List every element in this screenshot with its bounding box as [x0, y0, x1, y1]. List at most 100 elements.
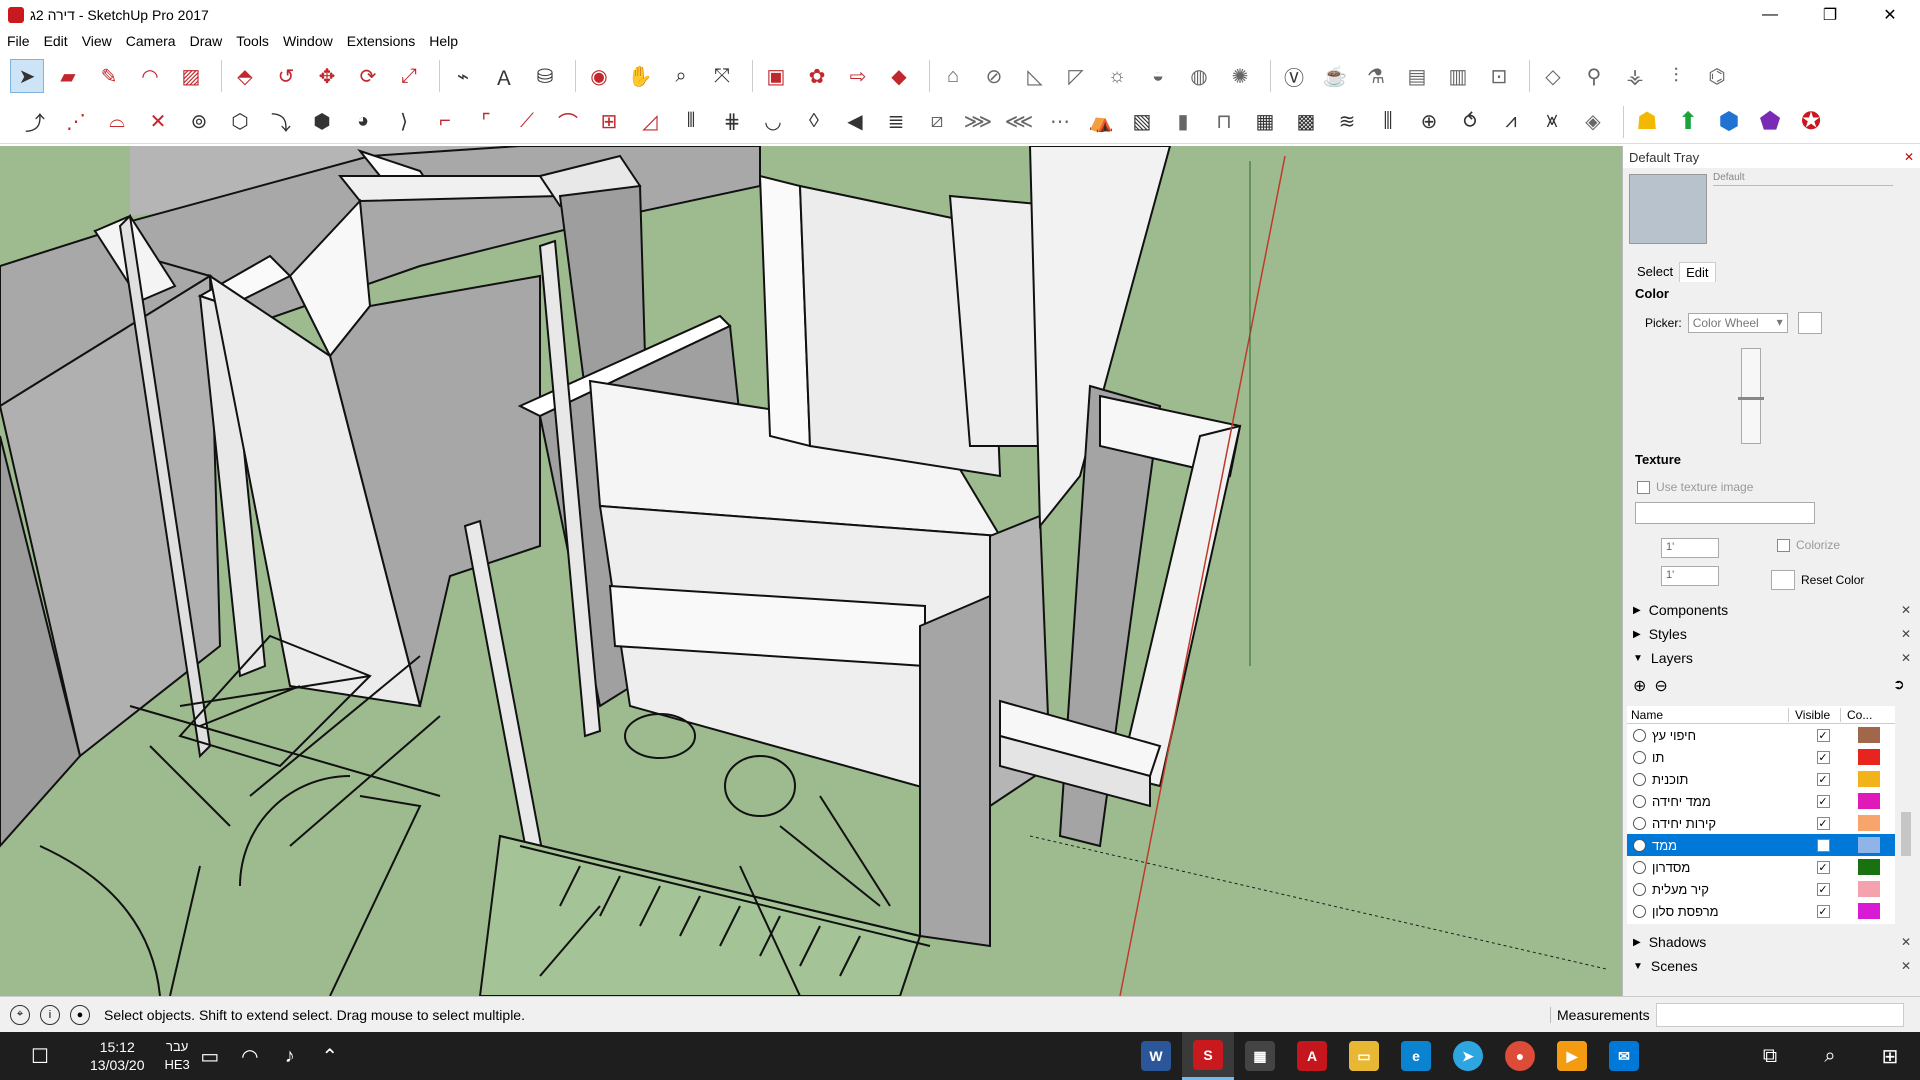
reset-color-swatch[interactable]	[1771, 570, 1795, 590]
tool-columns-icon[interactable]: ⫼	[1371, 105, 1405, 139]
tool-skew-icon[interactable]: ⧄	[920, 105, 954, 139]
reset-color-label[interactable]: Reset Color	[1801, 573, 1864, 587]
tab-edit[interactable]: Edit	[1679, 262, 1716, 282]
zoom-tool-icon[interactable]: ⌕	[664, 59, 698, 93]
material-name-field[interactable]: Default	[1713, 172, 1893, 186]
picker-select[interactable]: Color Wheel	[1687, 313, 1788, 333]
select-tool-icon[interactable]: ➤	[10, 59, 44, 93]
account-icon[interactable]: ●	[70, 1004, 90, 1025]
add-layer-icon[interactable]: ⊕	[1633, 676, 1646, 696]
layer-color-swatch[interactable]	[1858, 881, 1880, 897]
measurements-input[interactable]	[1655, 1003, 1904, 1027]
wireframe-icon[interactable]: ◍	[1182, 59, 1216, 93]
move-tool-icon[interactable]: ✥	[310, 59, 344, 93]
mesh-export-icon[interactable]: ⌬	[1700, 59, 1734, 93]
tool-globe-icon[interactable]: ⊕	[1412, 105, 1446, 139]
tool-chamfer-icon[interactable]: ⌜	[469, 105, 503, 139]
wifi-icon[interactable]: ◠	[230, 1036, 270, 1076]
tool-fillet-icon[interactable]: ⌒	[551, 105, 585, 139]
colorize-row[interactable]: Colorize	[1777, 538, 1840, 552]
tool-polyline-icon[interactable]: ⤴	[18, 105, 52, 139]
tool-intersect-icon[interactable]: ✕	[141, 105, 175, 139]
material-editor-icon[interactable]: ⚗	[1359, 59, 1393, 93]
menu-help[interactable]: Help	[422, 33, 465, 49]
taskbar-calculator-icon[interactable]: ▦	[1234, 1032, 1286, 1080]
layer-row[interactable]: ממד יחידה ✓	[1627, 790, 1895, 812]
tool-box-icon[interactable]: ⬢	[305, 105, 339, 139]
layer-row[interactable]: מסדרון ✓	[1627, 856, 1895, 878]
eraser-tool-icon[interactable]: ▰	[51, 59, 85, 93]
section-plane-icon[interactable]: ◺	[1018, 59, 1052, 93]
scrollbar-thumb[interactable]	[1901, 812, 1911, 856]
menu-edit[interactable]: Edit	[37, 33, 75, 49]
model-viewport[interactable]	[0, 146, 1622, 996]
paint-bucket-tool-icon[interactable]: ⛁	[528, 59, 562, 93]
layer-name[interactable]: ממד יחידה	[1652, 794, 1808, 809]
texture-height-input[interactable]: 1'	[1661, 566, 1719, 586]
line-tool-icon[interactable]: ✎	[92, 59, 126, 93]
active-layer-radio[interactable]	[1633, 772, 1646, 786]
taskbar-telegram-icon[interactable]: ➤	[1442, 1032, 1494, 1080]
tool-flip-icon[interactable]: ◀	[838, 105, 872, 139]
tool-circle-icon[interactable]: ⊚	[182, 105, 216, 139]
tool-door-icon[interactable]: ⊓	[1207, 105, 1241, 139]
col-color[interactable]: Co...	[1840, 707, 1880, 722]
grass-icon[interactable]: ⫶	[1659, 59, 1693, 93]
tool-wall-icon[interactable]: ▮	[1166, 105, 1200, 139]
sphere-light-icon[interactable]: ⚲	[1577, 59, 1611, 93]
arc-tool-icon[interactable]: ◠	[133, 59, 167, 93]
text-tool-icon[interactable]: Ａ	[487, 59, 521, 93]
layer-visible-checkbox[interactable]: ✓	[1816, 882, 1830, 896]
show-hidden-icons-icon[interactable]: ⌃	[310, 1036, 350, 1076]
menu-tools[interactable]: Tools	[229, 33, 276, 49]
layers-scrollbar[interactable]	[1897, 724, 1915, 924]
tool-component-icon[interactable]: ◈	[1576, 105, 1610, 139]
active-layer-radio[interactable]	[1633, 904, 1646, 918]
panel-close-icon[interactable]: ✕	[1901, 935, 1911, 949]
layer-details-icon[interactable]: ➲	[1893, 676, 1905, 693]
tool-slice-icon[interactable]: ◿	[633, 105, 667, 139]
menu-draw[interactable]: Draw	[183, 33, 230, 49]
frame-buffer-icon[interactable]: ▤	[1400, 59, 1434, 93]
layer-visible-checkbox[interactable]: ✓	[1816, 772, 1830, 786]
iso-view-icon[interactable]: ⌂	[936, 59, 970, 93]
tool-grid-icon[interactable]: ⋕	[715, 105, 749, 139]
layer-row[interactable]: תו ✓	[1627, 746, 1895, 768]
taskbar-mail-icon[interactable]: ✉	[1598, 1032, 1650, 1080]
pan-tool-icon[interactable]: ✋	[623, 59, 657, 93]
menu-file[interactable]: File	[0, 33, 37, 49]
language-indicator[interactable]: עבר HE3	[165, 1038, 190, 1074]
close-button[interactable]: ✕	[1860, 0, 1920, 30]
tool-points-icon[interactable]: ⋰	[59, 105, 93, 139]
scenes-panel-header[interactable]: ▼ Scenes ✕	[1623, 956, 1920, 976]
tool-trim-icon[interactable]: ⋯	[1043, 105, 1077, 139]
battery-icon[interactable]: ▭	[190, 1036, 230, 1076]
lock-icon[interactable]: ⊡	[1482, 59, 1516, 93]
reset-color-row[interactable]: Reset Color	[1771, 570, 1864, 590]
tool-offset-icon[interactable]: ⬡	[223, 105, 257, 139]
rect-light-icon[interactable]: ◇	[1536, 59, 1570, 93]
volume-icon[interactable]: ♪	[270, 1036, 310, 1076]
texture-path-input[interactable]	[1635, 502, 1815, 524]
layer-row[interactable]: קיר מעלית ✓	[1627, 878, 1895, 900]
xray-style-icon[interactable]: ⊘	[977, 59, 1011, 93]
rotate-tool-icon[interactable]: ⟳	[351, 59, 385, 93]
tool-lines-icon[interactable]: ≋	[1330, 105, 1364, 139]
layer-color-swatch[interactable]	[1858, 771, 1880, 787]
tool-hatch-icon[interactable]: ▧	[1125, 105, 1159, 139]
active-layer-radio[interactable]	[1633, 838, 1646, 852]
layer-row[interactable]: חיפוי עץ ✓	[1627, 724, 1895, 746]
start-windows-icon[interactable]: ⊞	[1860, 1036, 1920, 1076]
tool-curve-icon[interactable]: ◡	[756, 105, 790, 139]
use-texture-row[interactable]: Use texture image	[1637, 480, 1753, 494]
rectangle-tool-icon[interactable]: ▨	[174, 59, 208, 93]
shadows-icon[interactable]: ☼	[1100, 59, 1134, 93]
panel-close-icon[interactable]: ✕	[1901, 651, 1911, 665]
active-layer-radio[interactable]	[1633, 750, 1646, 764]
slider-knob[interactable]	[1738, 397, 1764, 400]
styles-panel-header[interactable]: ▶ Styles ✕	[1623, 624, 1920, 644]
extension-purple-gem-icon[interactable]: ⬟	[1753, 105, 1787, 139]
render-region-icon[interactable]: ▥	[1441, 59, 1475, 93]
send-to-layout-icon[interactable]: ⇨	[841, 59, 875, 93]
tool-terrain-icon[interactable]: ⩘	[1494, 105, 1528, 139]
